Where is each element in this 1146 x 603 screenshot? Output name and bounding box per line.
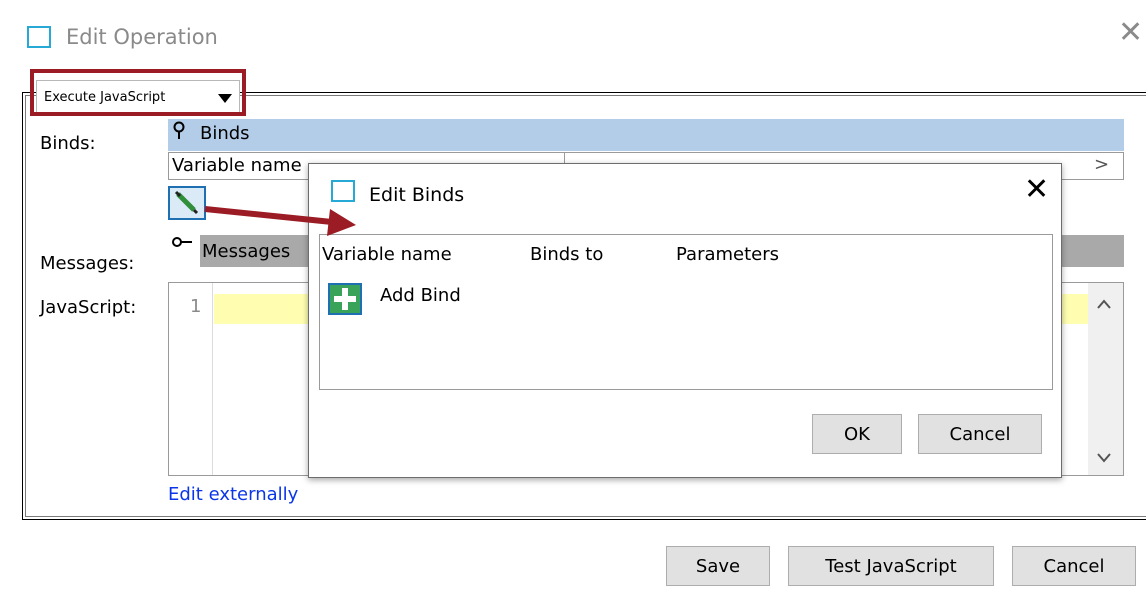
chevron-right-icon[interactable]: >	[1094, 154, 1109, 175]
scroll-up-icon[interactable]	[1096, 294, 1112, 315]
column-parameters: Parameters	[676, 244, 780, 265]
cancel-button[interactable]: Cancel	[1012, 546, 1136, 586]
key-icon	[172, 234, 194, 253]
binds-column-variable-name: Variable name	[172, 155, 302, 176]
window-icon	[27, 26, 51, 48]
column-variable-name: Variable name	[322, 244, 452, 265]
test-javascript-button[interactable]: Test JavaScript	[788, 546, 994, 586]
window-title: Edit Operation	[66, 25, 218, 49]
dialog-close-icon[interactable]: ✕	[1024, 175, 1049, 205]
messages-header-label: Messages	[202, 241, 291, 262]
edit-externally-link[interactable]: Edit externally	[168, 484, 298, 505]
binds-header-label: Binds	[200, 123, 250, 144]
ok-button[interactable]: OK	[812, 414, 902, 454]
messages-label: Messages:	[40, 253, 135, 274]
window-close-icon[interactable]: ✕	[1118, 18, 1143, 48]
dialog-cancel-button[interactable]: Cancel	[918, 414, 1042, 454]
save-button[interactable]: Save	[666, 546, 770, 586]
binds-header[interactable]	[168, 119, 1124, 151]
javascript-label: JavaScript:	[40, 297, 137, 318]
dialog-title: Edit Binds	[369, 184, 465, 206]
line-number: 1	[190, 296, 202, 317]
scroll-down-icon[interactable]	[1096, 448, 1112, 469]
pencil-icon	[174, 190, 200, 222]
dialog-window-icon	[331, 180, 355, 202]
add-plus-horizontal	[334, 296, 356, 302]
add-bind-link[interactable]: Add Bind	[380, 285, 461, 306]
column-binds-to: Binds to	[530, 244, 604, 265]
binds-label: Binds:	[40, 133, 96, 154]
annotation-highlight-box	[30, 69, 246, 116]
pin-icon	[172, 121, 186, 145]
